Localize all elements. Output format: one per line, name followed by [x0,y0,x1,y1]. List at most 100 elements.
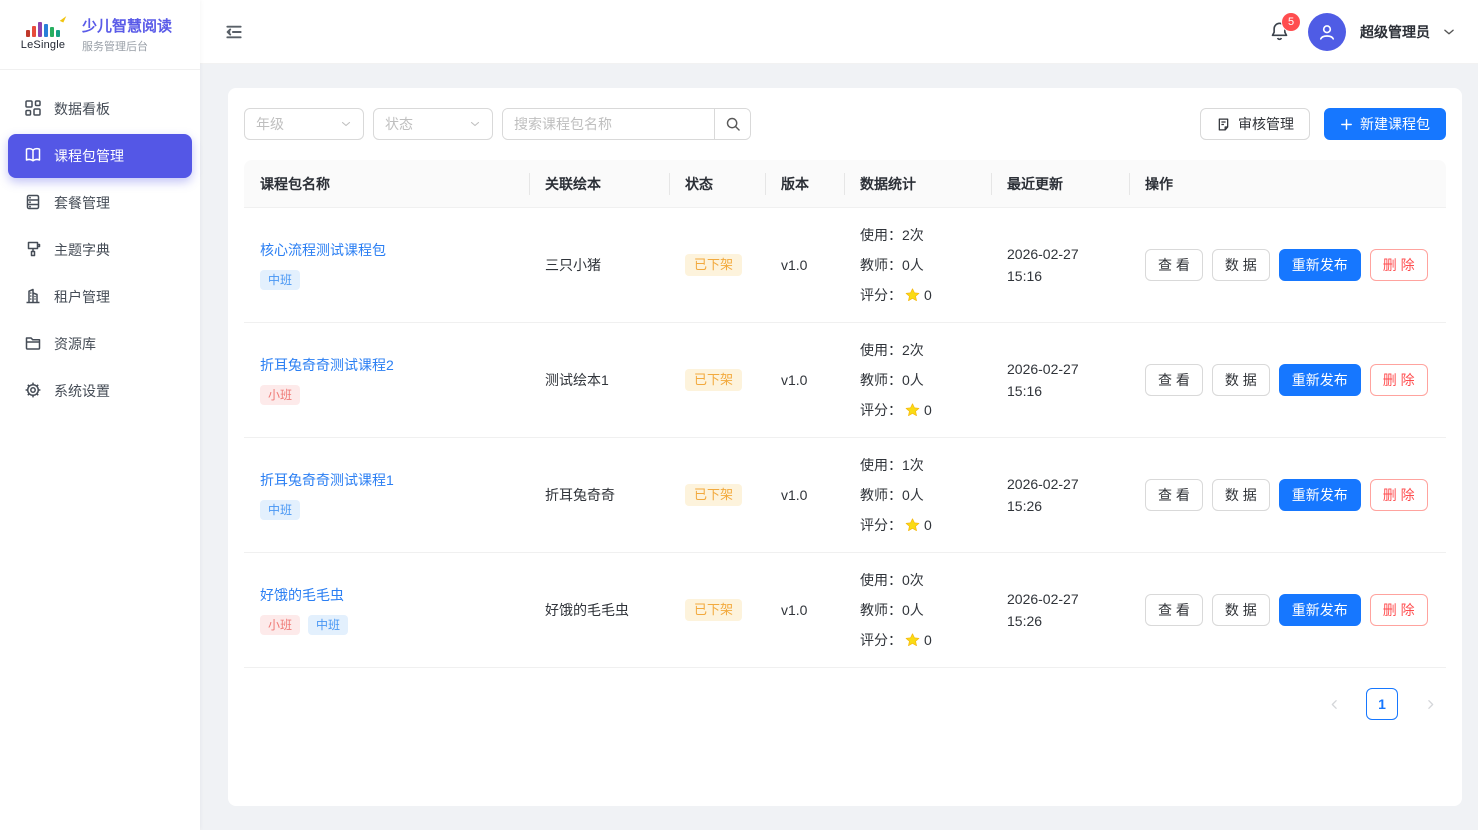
usage-count: 2次 [902,220,924,250]
teacher-count: 0人 [902,250,924,280]
grade-tag: 小班 [260,385,300,405]
audit-icon [1216,117,1231,132]
chevron-down-icon[interactable] [1442,25,1456,39]
next-page-icon[interactable] [1414,688,1446,720]
dashboard-icon [24,99,42,120]
grade-tag: 中班 [260,270,300,290]
grade-tag: 中班 [260,500,300,520]
star-icon [904,287,921,304]
search-box [502,108,751,140]
prev-page-icon[interactable] [1318,688,1350,720]
rating-value: 0 [924,625,932,655]
logo-text: LeSingle [21,39,65,51]
app-subtitle: 服务管理后台 [82,38,172,54]
sidebar-item-tenants[interactable]: 租户管理 [8,275,192,319]
status-select[interactable]: 状态 [373,108,493,140]
package-name-link[interactable]: 好饿的毛毛虫 [260,585,513,605]
delete-button[interactable]: 删 除 [1370,594,1428,626]
search-input[interactable] [503,109,714,139]
course-package-table: 课程包名称 关联绘本 状态 版本 数据统计 最近更新 操作 核心流程测试课程包 … [244,160,1446,668]
linked-book: 折耳兔奇奇 [529,485,669,505]
star-icon [904,632,921,649]
data-button[interactable]: 数 据 [1212,479,1270,511]
search-icon[interactable] [714,109,750,139]
sidebar-item-dashboard[interactable]: 数据看板 [8,87,192,131]
updated-time: 15:26 [1007,495,1113,517]
chevron-down-icon [340,118,352,130]
status-badge: 已下架 [685,369,742,391]
teacher-count: 0人 [902,365,924,395]
top-header: 5 超级管理员 [200,0,1478,64]
pagination: 1 [244,688,1446,720]
teacher-count: 0人 [902,480,924,510]
tenant-building-icon [24,287,42,308]
grade-select-placeholder: 年级 [256,114,284,134]
column-header: 版本 [765,174,844,194]
sidebar-item-course-packages[interactable]: 课程包管理 [8,134,192,178]
sidebar-item-label: 套餐管理 [54,193,110,213]
page-number-current[interactable]: 1 [1366,688,1398,720]
filter-bar: 年级 状态 审核管理 新建课程包 [244,108,1446,140]
gear-icon [24,381,42,402]
sidebar-item-resources[interactable]: 资源库 [8,322,192,366]
menu-fold-icon[interactable] [224,22,244,42]
sidebar-item-label: 系统设置 [54,381,110,401]
column-header: 状态 [669,174,765,194]
column-header: 课程包名称 [244,174,529,194]
view-button[interactable]: 查 看 [1145,249,1203,281]
status-select-placeholder: 状态 [385,114,413,134]
table-row: 折耳兔奇奇测试课程2 小班 测试绘本1 已下架 v1.0 使用：2次 教师：0人… [244,323,1446,438]
sidebar-item-plans[interactable]: 套餐管理 [8,181,192,225]
usage-count: 1次 [902,450,924,480]
current-user-name[interactable]: 超级管理员 [1360,22,1430,42]
version: v1.0 [765,257,844,273]
delete-button[interactable]: 删 除 [1370,479,1428,511]
republish-button[interactable]: 重新发布 [1279,249,1361,281]
grade-tag: 小班 [260,615,300,635]
rating-value: 0 [924,510,932,540]
data-button[interactable]: 数 据 [1212,594,1270,626]
notification-bell-icon[interactable]: 5 [1269,21,1290,42]
sidebar-item-label: 主题字典 [54,240,110,260]
package-name-link[interactable]: 折耳兔奇奇测试课程1 [260,470,513,490]
star-icon [904,517,921,534]
audit-manage-button[interactable]: 审核管理 [1200,108,1310,140]
column-header: 数据统计 [844,174,991,194]
linked-book: 好饿的毛毛虫 [529,600,669,620]
data-button[interactable]: 数 据 [1212,364,1270,396]
view-button[interactable]: 查 看 [1145,479,1203,511]
republish-button[interactable]: 重新发布 [1279,479,1361,511]
teacher-count: 0人 [902,595,924,625]
create-course-package-button[interactable]: 新建课程包 [1324,108,1446,140]
republish-button[interactable]: 重新发布 [1279,364,1361,396]
column-header: 最近更新 [991,174,1129,194]
updated-date: 2026-02-27 [1007,473,1113,495]
updated-time: 15:16 [1007,265,1113,287]
view-button[interactable]: 查 看 [1145,594,1203,626]
updated-date: 2026-02-27 [1007,588,1113,610]
delete-button[interactable]: 删 除 [1370,249,1428,281]
grade-select[interactable]: 年级 [244,108,364,140]
rating-value: 0 [924,280,932,310]
sidebar-item-settings[interactable]: 系统设置 [8,369,192,413]
view-button[interactable]: 查 看 [1145,364,1203,396]
republish-button[interactable]: 重新发布 [1279,594,1361,626]
sidebar-item-label: 资源库 [54,334,96,354]
linked-book: 三只小猪 [529,255,669,275]
sidebar-item-label: 租户管理 [54,287,110,307]
updated-date: 2026-02-27 [1007,358,1113,380]
linked-book: 测试绘本1 [529,370,669,390]
plus-icon [1340,118,1353,131]
sidebar-item-theme-dictionary[interactable]: 主题字典 [8,228,192,272]
avatar[interactable] [1308,13,1346,51]
sidebar: LeSingle 少儿智慧阅读 服务管理后台 数据看板 课程包管理 套餐管理 主… [0,0,200,830]
lesingle-logo-icon: LeSingle [14,19,72,51]
delete-button[interactable]: 删 除 [1370,364,1428,396]
folder-icon [24,334,42,355]
package-name-link[interactable]: 核心流程测试课程包 [260,240,513,260]
data-button[interactable]: 数 据 [1212,249,1270,281]
version: v1.0 [765,372,844,388]
updated-time: 15:26 [1007,610,1113,632]
package-icon [24,193,42,214]
package-name-link[interactable]: 折耳兔奇奇测试课程2 [260,355,513,375]
